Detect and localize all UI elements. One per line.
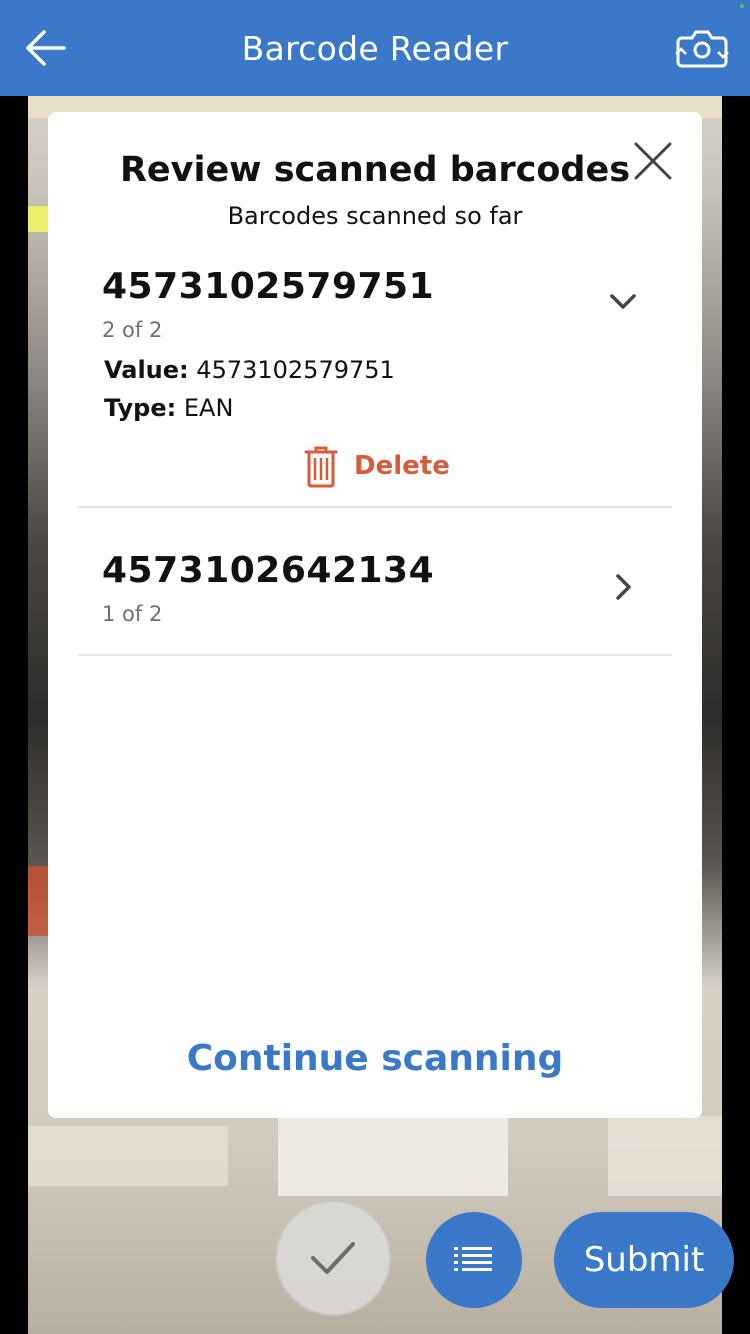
dialog-subtitle: Barcodes scanned so far [227, 202, 523, 230]
barcode-code: 4573102579751 [102, 266, 435, 307]
camera-blur [28, 1126, 228, 1186]
camera-blur [608, 1116, 722, 1196]
chevron-down-icon[interactable] [608, 286, 638, 316]
divider [78, 654, 672, 656]
list-icon [454, 1247, 492, 1271]
delete-button[interactable]: Delete [304, 442, 450, 490]
continue-scanning-link[interactable]: Continue scanning [48, 1038, 702, 1079]
dialog-title: Review scanned barcodes [119, 150, 631, 190]
arrow-left-icon[interactable] [24, 26, 70, 72]
value-label: Value: [104, 356, 189, 384]
camera-blur [278, 1116, 508, 1196]
divider [78, 506, 672, 508]
status-dot [740, 4, 744, 8]
barcode-count: 2 of 2 [102, 318, 163, 342]
app-header: Barcode Reader [0, 0, 750, 96]
barcode-type-row: Type: EAN [104, 394, 233, 422]
confirm-scan-button[interactable] [275, 1200, 391, 1316]
barcode-count: 1 of 2 [102, 602, 163, 626]
type-label: Type: [104, 394, 177, 422]
review-list-button[interactable] [426, 1212, 522, 1308]
barcode-code: 4573102642134 [102, 550, 435, 591]
barcode-type: EAN [183, 394, 234, 422]
checkmark-icon [311, 1242, 355, 1274]
delete-label: Delete [354, 451, 450, 481]
barcode-value-row: Value: 4573102579751 [104, 356, 395, 384]
submit-button[interactable]: Submit [554, 1212, 734, 1308]
chevron-right-icon[interactable] [608, 572, 638, 602]
barcode-value: 4573102579751 [196, 356, 395, 384]
barcode-item[interactable]: 4573102642134 1 of 2 [78, 546, 672, 646]
app-title: Barcode Reader [241, 28, 509, 68]
camera-switch-icon[interactable] [674, 24, 730, 74]
close-icon[interactable] [632, 140, 674, 182]
trash-icon [304, 446, 338, 488]
review-dialog: Review scanned barcodes Barcodes scanned… [48, 112, 702, 1118]
